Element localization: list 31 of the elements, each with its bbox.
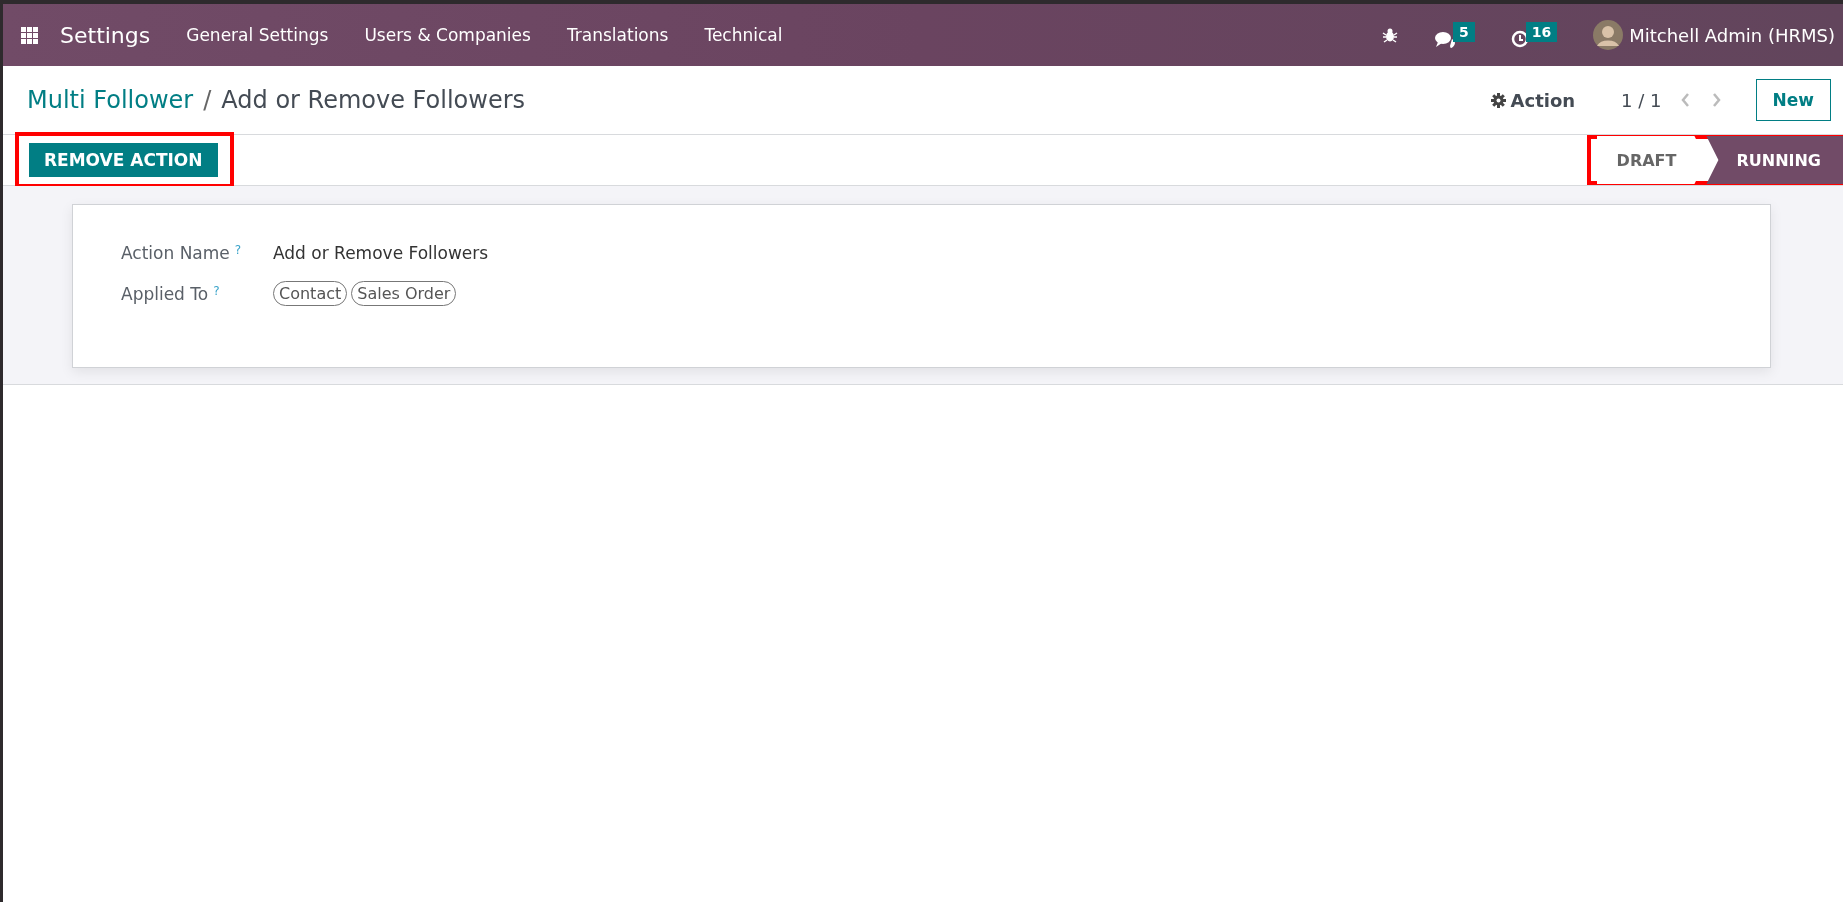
record-title: Add or Remove Followers bbox=[221, 86, 526, 114]
breadcrumb-link[interactable]: Multi Follower bbox=[27, 86, 194, 114]
debug-button[interactable] bbox=[1381, 27, 1398, 43]
clock-icon bbox=[1510, 30, 1529, 48]
bug-icon bbox=[1381, 27, 1398, 43]
field-value: Add or Remove Followers bbox=[273, 243, 489, 263]
chevron-right-icon bbox=[1711, 92, 1722, 108]
remove-action-button[interactable]: REMOVE ACTION bbox=[29, 143, 218, 177]
new-button[interactable]: New bbox=[1755, 79, 1831, 121]
user-menu-button[interactable]: Mitchell Admin (HRMS) bbox=[1593, 20, 1835, 50]
breadcrumb-separator: / bbox=[203, 86, 212, 114]
app-title[interactable]: Settings bbox=[60, 22, 151, 48]
chevron-left-icon bbox=[1679, 92, 1690, 108]
messages-button[interactable]: 5 bbox=[1433, 22, 1475, 48]
menu-item[interactable]: General Settings bbox=[186, 25, 329, 45]
menu-item[interactable]: Users & Companies bbox=[364, 25, 531, 45]
action-menu-button[interactable]: Action bbox=[1490, 89, 1576, 111]
activities-button[interactable]: 16 bbox=[1510, 22, 1558, 48]
count-badge: 5 bbox=[1452, 22, 1475, 42]
count-badge: 16 bbox=[1525, 22, 1558, 42]
grid-icon bbox=[21, 26, 38, 44]
menu-item[interactable]: Technical bbox=[704, 25, 783, 45]
status-stage[interactable]: RUNNING bbox=[1706, 136, 1843, 184]
field-label: Action Name bbox=[121, 243, 230, 263]
chat-bubbles-icon bbox=[1433, 30, 1456, 48]
pager-value: 1 / 1 bbox=[1621, 89, 1662, 111]
field-label: Applied To bbox=[121, 283, 209, 304]
menu-item[interactable]: Translations bbox=[566, 25, 669, 45]
apps-menu-button[interactable] bbox=[21, 26, 38, 44]
gear-icon bbox=[1490, 92, 1506, 108]
avatar-icon bbox=[1593, 20, 1624, 50]
